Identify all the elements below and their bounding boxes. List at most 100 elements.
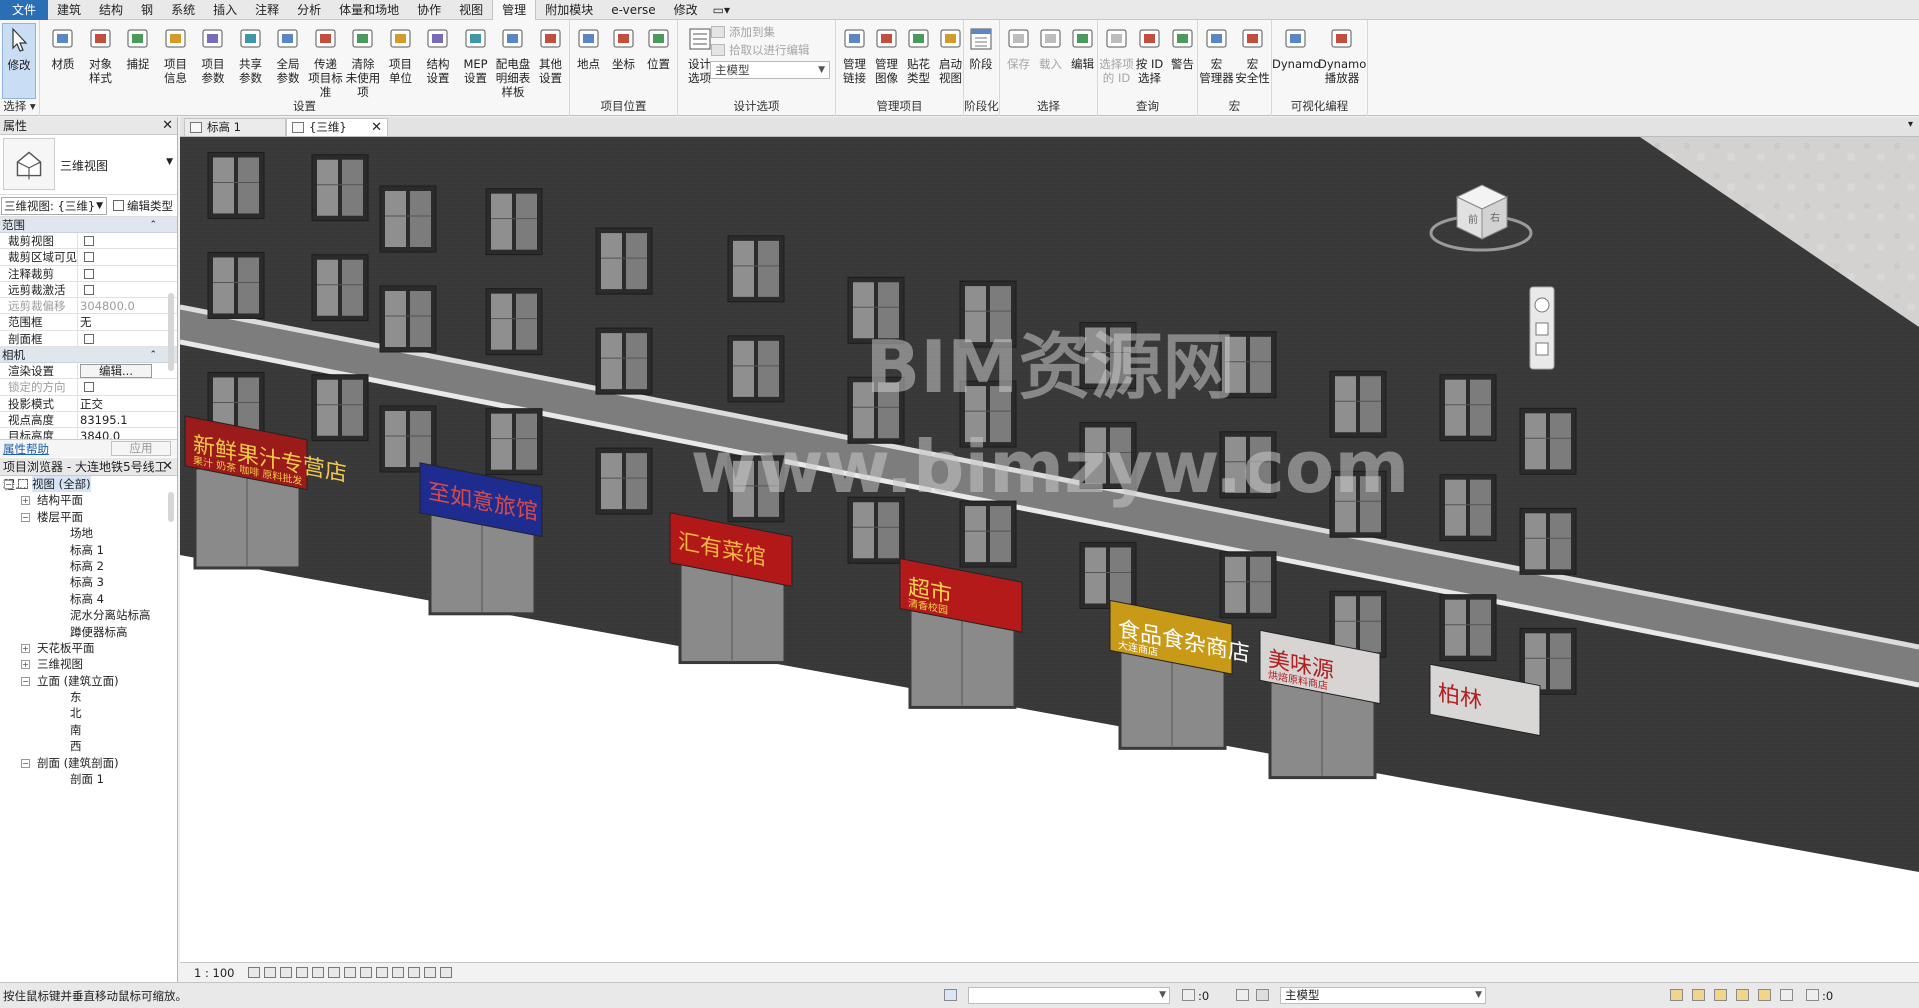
collapse-icon[interactable]: −	[21, 676, 30, 686]
zoom-icon[interactable]	[1535, 342, 1549, 356]
expand-icon[interactable]: +	[21, 643, 30, 653]
property-checkbox[interactable]	[84, 252, 94, 263]
property-value[interactable]: 83195.1	[80, 413, 128, 427]
property-checkbox[interactable]	[84, 268, 94, 279]
selection-button-2[interactable]: 编辑	[1064, 23, 1101, 99]
settings-button-13[interactable]: 其他 设置	[532, 23, 570, 99]
editing-requests-icon[interactable]	[1182, 989, 1195, 1001]
hide-isolate-icon[interactable]	[376, 967, 388, 978]
active-design-option-combo[interactable]: 主模型 ▼	[1280, 987, 1486, 1004]
type-selector[interactable]: 三维视图 ▼	[0, 135, 177, 195]
phases-button[interactable]: 阶段	[964, 23, 998, 99]
close-icon[interactable]: ✕	[162, 458, 173, 476]
settings-button-3[interactable]: 项目 信息	[157, 23, 195, 99]
collapse-icon[interactable]: −	[21, 758, 30, 768]
browser-item[interactable]: − 楼层平面	[0, 509, 165, 525]
exclude-options-icon[interactable]	[1256, 989, 1269, 1001]
location-button-0[interactable]: 地点	[570, 23, 607, 99]
browser-item[interactable]: + 天花板平面	[0, 640, 165, 656]
tab-10[interactable]: 视图	[450, 0, 492, 20]
modify-button[interactable]: 修改	[2, 23, 36, 99]
collapse-icon[interactable]: −	[4, 480, 13, 489]
tab-level-1[interactable]: 标高 1	[184, 118, 286, 136]
browser-item[interactable]: 场地	[0, 525, 165, 541]
tab-2[interactable]: 结构	[90, 0, 132, 20]
dynamo-button-1[interactable]: Dynamo 播放器	[1318, 23, 1366, 99]
tab-3d-view[interactable]: {三维} ✕	[286, 118, 388, 136]
select-group-label[interactable]: 选择 ▾	[0, 98, 39, 114]
show-crop-icon[interactable]	[344, 967, 356, 978]
property-checkbox[interactable]	[84, 284, 94, 295]
settings-button-5[interactable]: 共享 参数	[232, 23, 270, 99]
browser-item[interactable]: 剖面 1	[0, 771, 165, 787]
filter-icon[interactable]	[1806, 989, 1819, 1001]
settings-button-6[interactable]: 全局 参数	[269, 23, 307, 99]
property-category[interactable]: 范围 ⌃	[0, 217, 177, 233]
render-icon[interactable]	[312, 967, 324, 978]
settings-button-0[interactable]: 材质	[44, 23, 82, 99]
browser-item[interactable]: 蹲便器标高	[0, 624, 165, 640]
browser-item[interactable]: − 视图 (全部)	[0, 476, 165, 492]
settings-button-12[interactable]: 配电盘明细表 样板	[494, 23, 532, 99]
settings-button-7[interactable]: 传递 项目标准	[307, 23, 345, 99]
tab-0[interactable]: 文件	[0, 0, 49, 20]
steering-wheel-icon[interactable]	[1534, 297, 1550, 313]
add-to-set-button[interactable]: 添加到集	[711, 22, 775, 42]
design-option-combo[interactable]: 主模型 ▼	[710, 61, 830, 79]
browser-item[interactable]: 西	[0, 738, 165, 754]
quick-access-dropdown-icon[interactable]: ▭▾	[707, 0, 736, 20]
settings-button-2[interactable]: 捕捉	[119, 23, 157, 99]
settings-button-1[interactable]: 对象 样式	[82, 23, 120, 99]
select-pinned-icon[interactable]	[1714, 989, 1727, 1001]
tab-12[interactable]: 附加模块	[536, 0, 602, 20]
expand-icon[interactable]: +	[21, 496, 30, 506]
properties-scrollbar[interactable]	[168, 293, 174, 371]
browser-item[interactable]: 标高 1	[0, 542, 165, 558]
tab-14[interactable]: 修改	[665, 0, 707, 20]
browser-item[interactable]: 北	[0, 705, 165, 721]
tab-9[interactable]: 协作	[408, 0, 450, 20]
collapse-icon[interactable]: ⌃	[149, 347, 157, 363]
inquiry-button-1[interactable]: 按 ID 选择	[1131, 23, 1168, 99]
browser-scrollbar[interactable]	[168, 492, 174, 522]
browser-item[interactable]: − 剖面 (建筑剖面)	[0, 755, 165, 771]
detail-level-icon[interactable]	[248, 967, 260, 978]
property-value[interactable]: 无	[80, 315, 92, 329]
browser-item[interactable]: 标高 4	[0, 591, 165, 607]
browser-item[interactable]: − 立面 (建筑立面)	[0, 673, 165, 689]
collapse-icon[interactable]: −	[21, 512, 30, 522]
crop-view-icon[interactable]	[328, 967, 340, 978]
analytical-model-icon[interactable]	[424, 967, 436, 978]
property-checkbox[interactable]	[84, 236, 94, 246]
settings-button-4[interactable]: 项目 参数	[194, 23, 232, 99]
view-scale[interactable]: 1 : 100	[194, 966, 234, 980]
tab-overflow-icon[interactable]: ▾	[1908, 119, 1913, 130]
visual-style-icon[interactable]	[264, 967, 276, 978]
macros-button-1[interactable]: 宏 安全性	[1234, 23, 1271, 99]
property-value[interactable]: 正交	[80, 397, 103, 411]
tab-13[interactable]: e-verse	[602, 0, 664, 20]
close-icon[interactable]: ✕	[371, 119, 382, 136]
settings-button-8[interactable]: 清除 未使用项	[344, 23, 382, 99]
browser-item[interactable]: 标高 3	[0, 574, 165, 590]
browser-item[interactable]: 标高 2	[0, 558, 165, 574]
tab-3[interactable]: 钢	[132, 0, 162, 20]
pan-icon[interactable]	[1535, 322, 1549, 336]
lock-view-icon[interactable]	[360, 967, 372, 978]
active-workset-combo[interactable]: ▼	[968, 987, 1170, 1004]
collapse-icon[interactable]: ⌃	[149, 217, 157, 233]
select-underlay-icon[interactable]	[1692, 989, 1705, 1001]
tab-1[interactable]: 建筑	[48, 0, 90, 20]
navigation-bar[interactable]	[1529, 286, 1555, 370]
view-instance-combo[interactable]: 三维视图: {三维} ▼	[1, 197, 107, 215]
settings-button-11[interactable]: MEP 设置	[457, 23, 495, 99]
edit-render-settings-button[interactable]: 编辑...	[80, 364, 152, 379]
property-category[interactable]: 相机 ⌃	[0, 347, 177, 364]
design-options-status-icon[interactable]	[1236, 989, 1249, 1001]
drag-elements-icon[interactable]	[1758, 989, 1771, 1001]
dynamo-button-0[interactable]: Dynamo	[1272, 23, 1320, 99]
edit-type-button[interactable]: 编辑类型	[113, 198, 173, 214]
macros-button-0[interactable]: 宏 管理器	[1198, 23, 1235, 99]
tab-8[interactable]: 体量和场地	[330, 0, 408, 20]
close-icon[interactable]: ✕	[162, 117, 173, 135]
